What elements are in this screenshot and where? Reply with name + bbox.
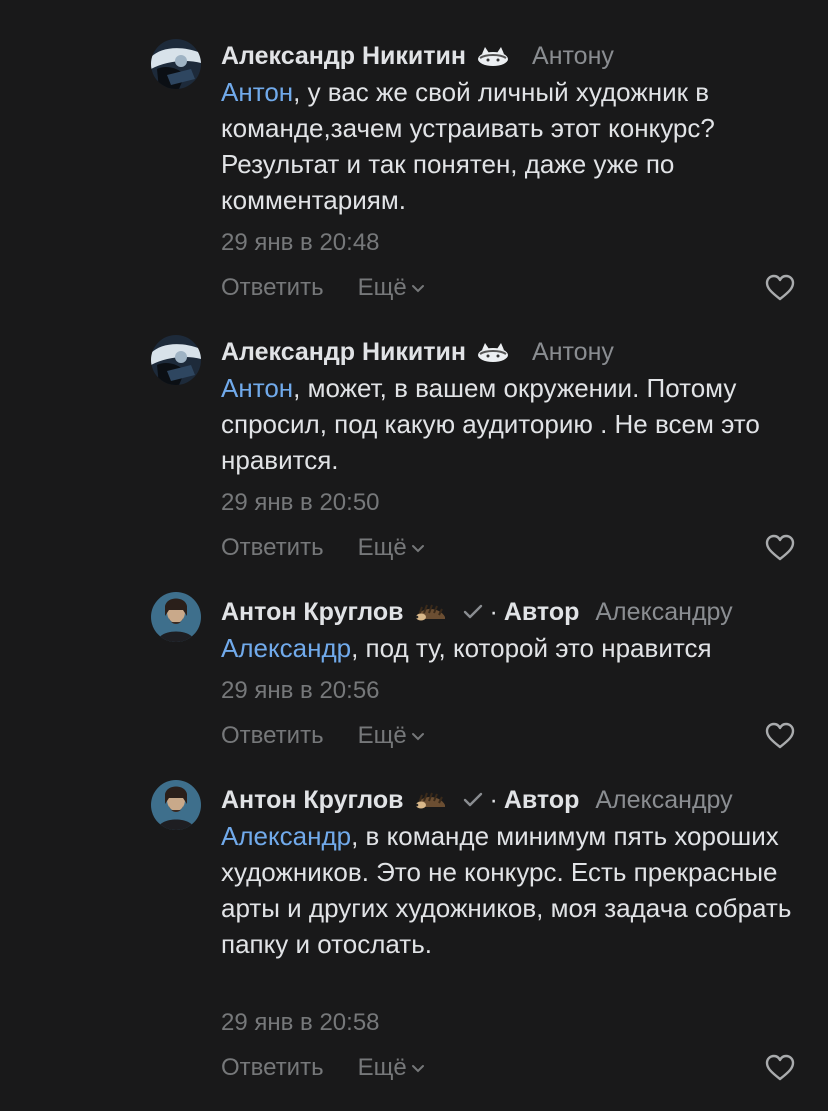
reply-to-link[interactable]: Антону [532, 36, 614, 76]
avatar[interactable] [151, 39, 201, 89]
cat-emoji-icon [476, 45, 510, 67]
reply-button[interactable]: Ответить [221, 1054, 324, 1082]
hedgehog-emoji-icon [413, 601, 447, 623]
comment-text: Антон, у вас же свой личный художник в к… [221, 74, 801, 218]
comment-time[interactable]: 29 янв в 20:50 [221, 488, 380, 518]
author-name[interactable]: Александр Никитин [221, 332, 466, 372]
author-name[interactable]: Антон Круглов [221, 592, 403, 632]
checkmark-icon [463, 604, 483, 620]
comment-body: , у вас же свой личный художник в команд… [221, 77, 715, 215]
comment-body: , под ту, которой это нравится [351, 633, 712, 663]
separator-dot: · [489, 598, 498, 626]
avatar[interactable] [151, 335, 201, 385]
reply-button[interactable]: Ответить [221, 534, 324, 562]
comment-header: Антон Круглов · Автор Александру [221, 780, 733, 820]
chevron-down-icon [411, 543, 425, 553]
hedgehog-emoji-icon [413, 789, 447, 811]
comment-time[interactable]: 29 янв в 20:48 [221, 228, 380, 258]
reply-button[interactable]: Ответить [221, 722, 324, 750]
like-icon[interactable] [765, 1053, 795, 1083]
comment-actions: Ответить Ещё [221, 270, 425, 306]
author-name[interactable]: Антон Круглов [221, 780, 403, 820]
more-label: Ещё [357, 534, 407, 561]
comment-text: Александр, в команде минимум пять хороши… [221, 818, 801, 962]
comment-time[interactable]: 29 янв в 20:58 [221, 1008, 380, 1038]
reply-to-link[interactable]: Александру [595, 592, 732, 632]
chevron-down-icon [411, 283, 425, 293]
like-icon[interactable] [765, 721, 795, 751]
like-icon[interactable] [765, 533, 795, 563]
avatar[interactable] [151, 780, 201, 830]
mention-link[interactable]: Антон [221, 373, 293, 403]
more-button[interactable]: Ещё [358, 534, 425, 562]
comment-header: Александр Никитин Антону [221, 36, 614, 76]
mention-link[interactable]: Александр [221, 633, 351, 663]
reply-to-link[interactable]: Антону [532, 332, 614, 372]
like-icon[interactable] [765, 273, 795, 303]
avatar[interactable] [151, 592, 201, 642]
comment-time[interactable]: 29 янв в 20:56 [221, 676, 380, 706]
more-label: Ещё [357, 722, 407, 749]
checkmark-icon [463, 792, 483, 808]
reply-button[interactable]: Ответить [221, 274, 324, 302]
more-button[interactable]: Ещё [358, 274, 425, 302]
comment-header: Александр Никитин Антону [221, 332, 614, 372]
comment-body: , может, в вашем окружении. Потому спрос… [221, 373, 760, 475]
comment-header: Антон Круглов · Автор Александру [221, 592, 733, 632]
more-button[interactable]: Ещё [358, 1054, 425, 1082]
separator-dot: · [489, 786, 498, 814]
reply-to-link[interactable]: Александру [595, 780, 732, 820]
author-role-label: Автор [503, 786, 580, 814]
author-role-label: Автор [503, 598, 580, 626]
comment-actions: Ответить Ещё [221, 1050, 425, 1086]
comment-text: Александр, под ту, которой это нравится [221, 630, 801, 666]
more-label: Ещё [357, 1054, 407, 1081]
cat-emoji-icon [476, 341, 510, 363]
more-button[interactable]: Ещё [358, 722, 425, 750]
author-name[interactable]: Александр Никитин [221, 36, 466, 76]
chevron-down-icon [411, 1063, 425, 1073]
mention-link[interactable]: Антон [221, 77, 293, 107]
comment-actions: Ответить Ещё [221, 530, 425, 566]
comment-actions: Ответить Ещё [221, 718, 425, 754]
more-label: Ещё [357, 274, 407, 301]
chevron-down-icon [411, 731, 425, 741]
comment-text: Антон, может, в вашем окружении. Потому … [221, 370, 801, 478]
mention-link[interactable]: Александр [221, 821, 351, 851]
